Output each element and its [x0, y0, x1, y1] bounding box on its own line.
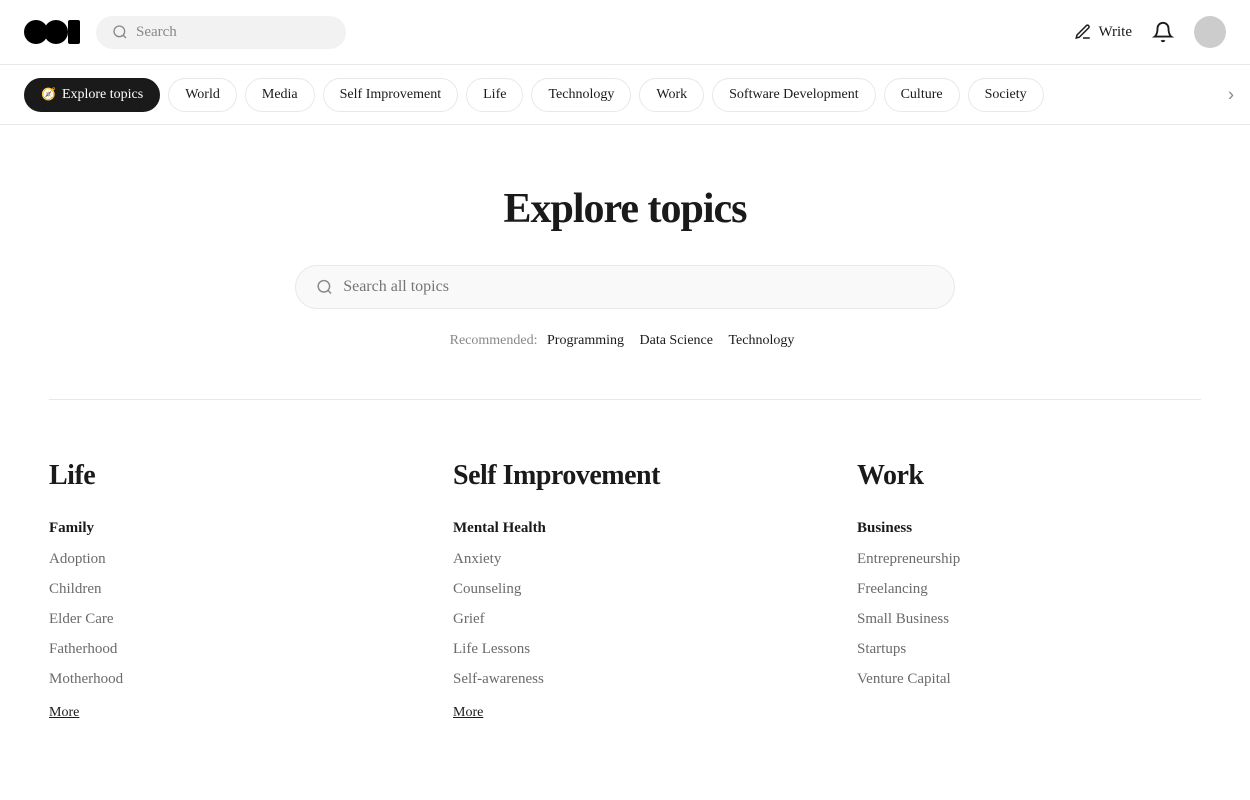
topic-link-adoption[interactable]: Adoption: [49, 551, 106, 567]
header-search-bar[interactable]: Search: [96, 16, 346, 49]
list-item: Entrepreneurship: [857, 547, 1201, 571]
topic-link-anxiety[interactable]: Anxiety: [453, 551, 501, 567]
topic-link-elder-care[interactable]: Elder Care: [49, 611, 114, 627]
topic-link-freelancing[interactable]: Freelancing: [857, 581, 928, 597]
list-item: Small Business: [857, 607, 1201, 631]
topics-grid: Life Family Adoption Children Elder Care…: [49, 460, 1201, 741]
subtopic-group-title-family: Family: [49, 520, 393, 537]
recommended-label: Recommended:: [450, 333, 538, 348]
nav-chip-society[interactable]: Society: [968, 78, 1044, 112]
list-item: Children: [49, 577, 393, 601]
subtopic-group-mental-health: Mental Health Anxiety Counseling Grief L…: [453, 520, 797, 721]
topic-link-children[interactable]: Children: [49, 581, 102, 597]
list-item: Fatherhood: [49, 637, 393, 661]
recommended-link-programming[interactable]: Programming: [547, 333, 624, 348]
list-item: Venture Capital: [857, 667, 1201, 691]
nav-chip-label: Technology: [548, 87, 614, 103]
topic-search-input[interactable]: [343, 278, 934, 296]
topic-link-small-business[interactable]: Small Business: [857, 611, 949, 627]
topic-link-venture-capital[interactable]: Venture Capital: [857, 671, 951, 687]
main-content: Explore topics Recommended: Programming …: [25, 125, 1225, 781]
more-link-family[interactable]: More: [49, 705, 79, 721]
nav-chip-label: Self Improvement: [340, 87, 441, 103]
subtopic-group-business: Business Entrepreneurship Freelancing Sm…: [857, 520, 1201, 691]
nav-chip-life[interactable]: Life: [466, 78, 523, 112]
header-right: Write: [1074, 16, 1226, 48]
section-work: Work Business Entrepreneurship Freelanci…: [857, 460, 1201, 741]
topic-search-wrap: [49, 265, 1201, 309]
logo-rect: [68, 20, 80, 44]
list-item: Anxiety: [453, 547, 797, 571]
list-item: Adoption: [49, 547, 393, 571]
nav-chip-label: Life: [483, 87, 506, 103]
list-item: Counseling: [453, 577, 797, 601]
header-search-label: Search: [136, 24, 177, 41]
topic-search-bar[interactable]: [295, 265, 955, 309]
topic-link-counseling[interactable]: Counseling: [453, 581, 521, 597]
header: Search Write: [0, 0, 1250, 65]
subtopic-list-family: Adoption Children Elder Care Fatherhood …: [49, 547, 393, 691]
search-icon: [112, 24, 128, 40]
nav-chip-media[interactable]: Media: [245, 78, 315, 112]
nav-chip-label: Explore topics: [62, 87, 143, 103]
notifications-button[interactable]: [1152, 21, 1174, 43]
recommended-link-technology[interactable]: Technology: [728, 333, 794, 348]
list-item: Self-awareness: [453, 667, 797, 691]
logo-circle2: [44, 20, 68, 44]
nav-chip-explore-topics[interactable]: 🧭 Explore topics: [24, 78, 160, 112]
list-item: Motherhood: [49, 667, 393, 691]
subtopic-group-title-business: Business: [857, 520, 1201, 537]
subtopic-list-business: Entrepreneurship Freelancing Small Busin…: [857, 547, 1201, 691]
topic-search-icon: [316, 278, 333, 296]
bell-icon: [1152, 21, 1174, 43]
topic-link-grief[interactable]: Grief: [453, 611, 485, 627]
section-title-self-improvement: Self Improvement: [453, 460, 797, 492]
more-link-mental-health[interactable]: More: [453, 705, 483, 721]
nav-chip-label: Culture: [901, 87, 943, 103]
list-item: Elder Care: [49, 607, 393, 631]
nav-chip-self-improvement[interactable]: Self Improvement: [323, 78, 458, 112]
topic-link-life-lessons[interactable]: Life Lessons: [453, 641, 530, 657]
nav-chip-label: Software Development: [729, 87, 858, 103]
nav-arrow-right[interactable]: ›: [1228, 84, 1234, 105]
list-item: Freelancing: [857, 577, 1201, 601]
recommended-link-data-science[interactable]: Data Science: [640, 333, 713, 348]
list-item: Startups: [857, 637, 1201, 661]
nav-chip-culture[interactable]: Culture: [884, 78, 960, 112]
topic-link-self-awareness[interactable]: Self-awareness: [453, 671, 544, 687]
nav-chip-software-development[interactable]: Software Development: [712, 78, 875, 112]
section-title-work: Work: [857, 460, 1201, 492]
nav-chip-label: World: [185, 87, 220, 103]
list-item: Grief: [453, 607, 797, 631]
write-label: Write: [1098, 24, 1132, 41]
section-life: Life Family Adoption Children Elder Care…: [49, 460, 393, 741]
subtopic-group-family: Family Adoption Children Elder Care Fath…: [49, 520, 393, 721]
topics-nav: 🧭 Explore topics World Media Self Improv…: [0, 65, 1250, 125]
section-divider: [49, 399, 1201, 400]
edit-icon: [1074, 23, 1092, 41]
nav-chip-label: Media: [262, 87, 298, 103]
section-self-improvement: Self Improvement Mental Health Anxiety C…: [453, 460, 797, 741]
nav-chip-work[interactable]: Work: [639, 78, 704, 112]
topic-link-fatherhood[interactable]: Fatherhood: [49, 641, 117, 657]
topic-link-motherhood[interactable]: Motherhood: [49, 671, 123, 687]
list-item: Life Lessons: [453, 637, 797, 661]
page-title: Explore topics: [49, 185, 1201, 233]
nav-chip-technology[interactable]: Technology: [531, 78, 631, 112]
nav-chip-label: Work: [656, 87, 687, 103]
section-title-life: Life: [49, 460, 393, 492]
recommended-section: Recommended: Programming Data Science Te…: [49, 333, 1201, 349]
write-button[interactable]: Write: [1074, 23, 1132, 41]
user-avatar[interactable]: [1194, 16, 1226, 48]
logo[interactable]: [24, 20, 80, 44]
subtopic-list-mental-health: Anxiety Counseling Grief Life Lessons Se…: [453, 547, 797, 691]
topic-link-entrepreneurship[interactable]: Entrepreneurship: [857, 551, 960, 567]
compass-icon: 🧭: [41, 87, 56, 102]
topic-link-startups[interactable]: Startups: [857, 641, 906, 657]
nav-chip-world[interactable]: World: [168, 78, 237, 112]
nav-chip-label: Society: [985, 87, 1027, 103]
subtopic-group-title-mental-health: Mental Health: [453, 520, 797, 537]
